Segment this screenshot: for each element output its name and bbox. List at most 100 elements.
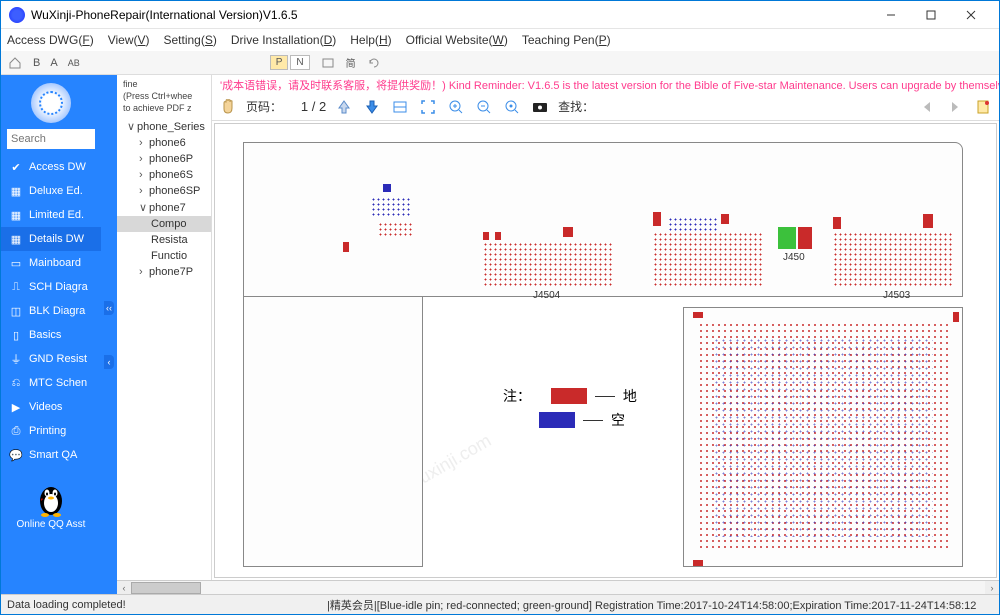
schematic-viewer[interactable]: wuxinji.com wuxinji.com wuxinji.com wuxi… [214,123,997,578]
sidebar-item-mainboard[interactable]: ▭ Mainboard [1,251,101,275]
page-up-icon[interactable] [334,97,354,117]
sidebar-item-deluxe[interactable]: ▦Deluxe Ed. [1,179,101,203]
sidebar-item-basics[interactable]: ▯Basics [1,323,101,347]
home-icon[interactable] [7,55,23,71]
sidebar-item-limited[interactable]: ▦ Limited Ed. [1,203,101,227]
page-down-icon[interactable] [362,97,382,117]
bookmark-icon[interactable] [973,97,993,117]
sidebar-item-access-dwg[interactable]: ✔Access DW [1,155,101,179]
sidebar-item-details-dwg[interactable]: ▦ Details DW [1,227,101,251]
collapse-chevron-icon[interactable]: ‹ [104,355,114,369]
top-toolbar: B A AB P N 简 [1,51,999,75]
toolbar-p[interactable]: P [270,55,289,70]
sidebar-item-printing[interactable]: ⎙ Printing [1,419,101,443]
maximize-button[interactable] [911,1,951,29]
grid-icon: ▦ [9,232,23,246]
tree-hint: fine (Press Ctrl+whee to achieve PDF z [117,75,211,118]
grid-icon: ▦ [9,208,23,222]
sidebar-item-label: Printing [29,425,66,437]
sidebar-item-label: Details DW [29,233,84,245]
prev-result-icon[interactable] [917,97,937,117]
connector-label-j450: J450 [783,252,805,263]
splitter[interactable]: ‹‹ ‹ [101,75,117,594]
sidebar-item-sch[interactable]: ⎍ SCH Diagra [1,275,101,299]
zoom-out-icon[interactable] [474,97,494,117]
sidebar-item-label: MTC Schen [29,377,87,389]
phone-icon: ▯ [9,328,23,342]
sidebar: ✔Access DW ▦Deluxe Ed. ▦ Limited Ed. ▦ Det… [1,75,101,594]
wuxinji-logo-icon [31,83,71,123]
fit-width-icon[interactable] [390,97,410,117]
toolbar-cn-label[interactable]: 简 [346,55,356,70]
sidebar-item-label: Limited Ed. [29,209,84,221]
tree-node-compo[interactable]: Compo [117,216,211,232]
rect-tool-icon[interactable] [320,55,336,71]
legend-empty: 空 [611,410,625,430]
sidebar-item-label: SCH Diagra [29,281,88,293]
chat-icon: 💬 [9,448,23,462]
window-title: WuXinji-PhoneRepair(International Versio… [31,8,871,22]
sidebar-item-mtc[interactable]: ⎌ MTC Schen [1,371,101,395]
toolbar-ab[interactable]: AB [68,58,80,68]
menu-view[interactable]: View(V) [108,33,150,47]
tree-node-phone6p[interactable]: ›phone6P [117,151,211,167]
schematic-legend: 注： 地 空 [503,382,637,434]
status-left: Data loading completed! [7,599,327,611]
zoom-in-icon[interactable] [446,97,466,117]
hand-tool-icon[interactable] [218,97,238,117]
app-logo-icon [9,7,25,23]
tree-root[interactable]: ∨phone_Series [117,118,211,135]
tree-node-resista[interactable]: Resista [117,232,211,248]
qq-assist-label: Online QQ Asst [1,519,101,530]
menu-official-website[interactable]: Official Website(W) [406,33,508,47]
menu-setting[interactable]: Setting(S) [164,33,217,47]
minimize-button[interactable] [871,1,911,29]
scroll-right-icon[interactable]: › [985,581,999,594]
search-input[interactable] [7,129,95,149]
toolbar-a[interactable]: A [50,57,57,69]
page-indicator: 1 / 2 [290,99,326,114]
page-label: 页码： [246,98,282,115]
sidebar-item-blk[interactable]: ◫BLK Diagra [1,299,101,323]
toolbar-n[interactable]: N [290,55,309,70]
sidebar-item-label: Smart QA [29,449,77,461]
menu-access-dwg[interactable]: Access DWG(F) [7,33,94,47]
sidebar-item-label: BLK Diagra [29,305,85,317]
legend-title: 注： [503,386,531,406]
find-label: 查找： [558,98,594,115]
status-right: |精英会员|[Blue-idle pin; red-connected; gre… [327,597,993,613]
collapse-chevron-icon[interactable]: ‹‹ [104,301,114,315]
print-icon: ⎙ [9,424,23,438]
fullscreen-icon[interactable] [418,97,438,117]
sidebar-item-smart-qa[interactable]: 💬 Smart QA [1,443,101,467]
sch-icon: ⎍ [9,280,23,294]
statusbar: Data loading completed! |精英会员|[Blue-idle… [1,594,999,614]
tree-node-functio[interactable]: Functio [117,248,211,264]
menu-teaching-pen[interactable]: Teaching Pen(P) [522,33,611,47]
tree-node-phone7[interactable]: ∨phone7 [117,199,211,216]
mtc-icon: ⎌ [9,376,23,390]
menu-help[interactable]: Help(H) [350,33,391,47]
zoom-reset-icon[interactable] [502,97,522,117]
screenshot-icon[interactable] [530,97,550,117]
horizontal-scrollbar[interactable]: ‹ › [117,580,999,594]
board-icon: ▭ [9,256,23,270]
connector-label-j4504: J4504 [533,290,560,301]
refresh-icon[interactable] [366,55,382,71]
sidebar-item-videos[interactable]: ▶Videos [1,395,101,419]
tree-node-phone6s[interactable]: ›phone6S [117,167,211,183]
menu-drive-install[interactable]: Drive Installation(D) [231,33,336,47]
scroll-left-icon[interactable]: ‹ [117,581,131,594]
close-button[interactable] [951,1,991,29]
toolbar-b[interactable]: B [33,57,40,69]
tree-node-phone6sp[interactable]: ›phone6SP [117,183,211,199]
tree-node-phone7p[interactable]: ›phone7P [117,264,211,280]
next-result-icon[interactable] [945,97,965,117]
tree-node-phone6[interactable]: ›phone6 [117,135,211,151]
titlebar: WuXinji-PhoneRepair(International Versio… [1,1,999,29]
sidebar-item-label: Mainboard [29,257,81,269]
gnd-icon: ⏚ [9,352,23,366]
sidebar-item-gnd[interactable]: ⏚GND Resist [1,347,101,371]
qq-penguin-icon[interactable] [35,477,67,517]
scroll-thumb[interactable] [131,582,201,594]
